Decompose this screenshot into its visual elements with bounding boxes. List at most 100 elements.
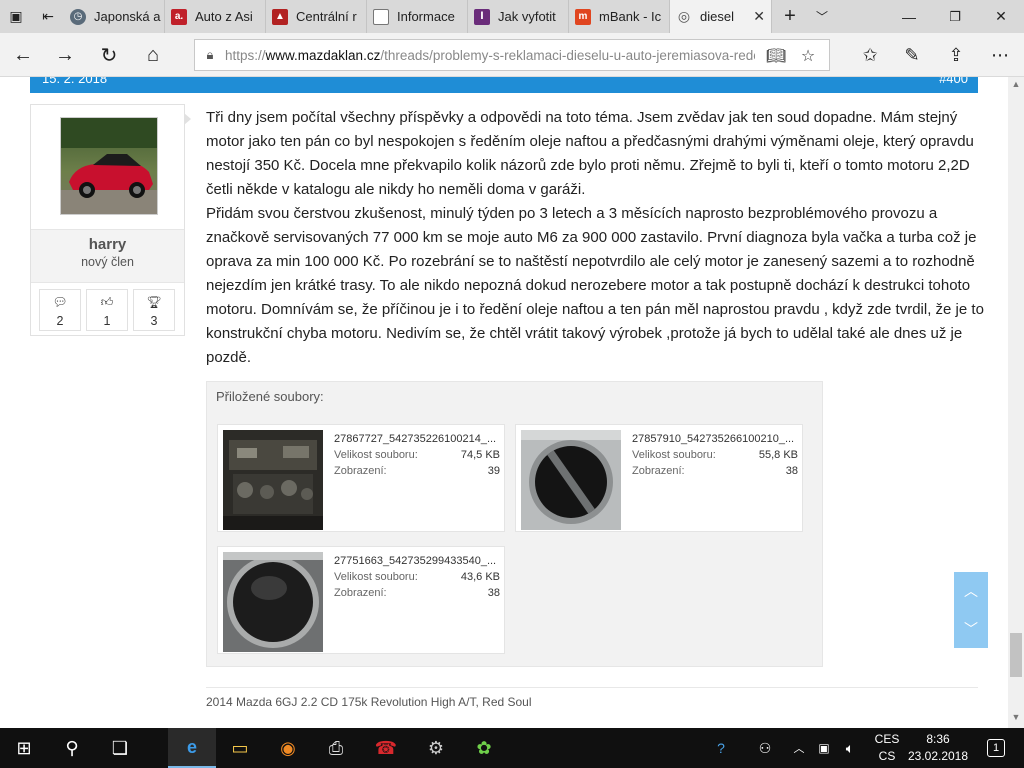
post-number-link[interactable]: #400 [939, 77, 968, 86]
scroll-controls: ︿ ﹀ [954, 572, 988, 648]
minimize-icon[interactable]: — [886, 0, 932, 33]
mazda-logo-icon: ◎ [676, 8, 692, 25]
comments-icon: 💬︎ [52, 295, 68, 309]
attachment-filename[interactable]: 27857910_542735266100210_... [632, 433, 798, 445]
edge-browser-icon[interactable]: e [168, 728, 216, 768]
page-icon [373, 8, 389, 25]
input-language[interactable]: CES CS [872, 731, 902, 765]
tab-mbank[interactable]: m mBank - Ic [569, 0, 670, 33]
tab-auto-z-asie[interactable]: a. Auto z Asi [165, 0, 266, 33]
tools-app-icon[interactable]: ⚙ [412, 728, 460, 768]
attachment-item[interactable]: 27857910_542735266100210_... Velikost so… [515, 424, 803, 532]
share-icon[interactable]: ⇪ [936, 39, 976, 71]
attachment-thumbnail[interactable] [521, 430, 621, 530]
task-view-icon[interactable]: ❏ [96, 728, 144, 768]
scroll-up-icon[interactable]: ︿ [954, 572, 988, 610]
close-window-icon[interactable]: ✕ [978, 0, 1024, 33]
help-icon[interactable]: ? [706, 728, 736, 768]
post-header: 15. 2. 2018 #400 [30, 77, 978, 93]
restore-icon[interactable]: ❐ [932, 0, 978, 33]
tab-jak-vyfotit[interactable]: ا Jak vyfotit [468, 0, 569, 33]
attachment-filename[interactable]: 27751663_542735299433540_... [334, 555, 500, 567]
show-hidden-icons-chevron[interactable]: ︿ [788, 728, 810, 768]
site-logo-icon: ا [474, 8, 490, 25]
new-tab-button[interactable]: + [774, 0, 806, 33]
trophies-stat[interactable]: 🏆︎ 3 [133, 289, 175, 331]
scrollbar-thumb[interactable] [1010, 633, 1022, 677]
tab-title: mBank - Ic [599, 9, 662, 24]
username-link[interactable]: harry [31, 236, 184, 253]
tab-title: Informace [397, 9, 455, 24]
set-aside-tabs-icon[interactable]: ⇤ [32, 0, 64, 33]
favorite-star-icon[interactable]: ☆ [797, 45, 819, 67]
user-sidebar: harry nový člen 💬︎ 2 👍︎ 1 🏆︎ 3 [30, 104, 185, 336]
reading-view-icon[interactable]: 📖︎ [765, 45, 787, 67]
post-message: Tři dny jsem počítal všechny příspěvky a… [206, 106, 986, 370]
action-center-icon[interactable]: 1 [980, 728, 1012, 768]
tab-informace[interactable]: Informace [367, 0, 468, 33]
home-icon[interactable]: ⌂ [136, 39, 170, 71]
attachment-filename[interactable]: 27867727_542735226100214_... [334, 433, 500, 445]
favorites-hub-icon[interactable]: ✩ [850, 39, 890, 71]
firefox-icon[interactable]: ◉ [264, 728, 312, 768]
search-icon[interactable]: ⚲ [48, 728, 96, 768]
attachment-thumbnail[interactable] [223, 552, 323, 652]
attachment-item[interactable]: 27751663_542735299433540_... Velikost so… [217, 546, 505, 654]
close-tab-icon[interactable]: ✕ [753, 8, 765, 25]
more-icon[interactable]: ⋯ [980, 39, 1020, 71]
system-clock[interactable]: 8:36 23.02.2018 [906, 731, 970, 765]
likes-stat[interactable]: 👍︎ 1 [86, 289, 128, 331]
scrollbar-down-arrow[interactable]: ▼ [1008, 712, 1024, 726]
address-bar: ← → ↻ ⌂ 🔒︎ https://www.mazdaklan.cz/thre… [0, 33, 1024, 77]
tab-japonska[interactable]: ◷ Japonská a [64, 0, 165, 33]
user-signature: 2014 Mazda 6GJ 2.2 CD 175k Revolution Hi… [206, 695, 532, 709]
printer-app-icon[interactable]: ⎙ [312, 728, 360, 768]
people-icon[interactable]: ⚇ [752, 728, 778, 768]
registry-logo-icon: ▲ [272, 8, 288, 25]
chevron-down-icon[interactable]: ﹀ [806, 0, 838, 33]
tab-manager-icon[interactable]: ▣ [0, 0, 32, 33]
tab-centralni[interactable]: ▲ Centrální r [266, 0, 367, 33]
volume-icon[interactable]: 🔈︎ [838, 728, 862, 768]
icq-icon[interactable]: ✿ [460, 728, 508, 768]
trophy-icon: 🏆︎ [146, 295, 162, 309]
url-field[interactable]: 🔒︎ https://www.mazdaklan.cz/threads/prob… [194, 39, 830, 71]
tab-title: Auto z Asi [195, 9, 253, 24]
user-info: harry nový člen [31, 229, 184, 283]
network-icon[interactable]: ▣ [812, 728, 836, 768]
mbank-logo-icon: m [575, 8, 591, 25]
tab-title: Jak vyfotit [498, 9, 556, 24]
auto-z-asie-logo-icon: a. [171, 8, 187, 25]
back-icon[interactable]: ← [6, 39, 40, 71]
signature-divider [206, 687, 978, 688]
messages-stat[interactable]: 💬︎ 2 [39, 289, 81, 331]
scrollbar-up-arrow[interactable]: ▲ [1008, 79, 1024, 93]
clock-icon: ◷ [70, 8, 86, 25]
scroll-down-icon[interactable]: ﹀ [954, 610, 988, 648]
post-date: 15. 2. 2018 [42, 77, 108, 86]
taskbar: ⊞ ⚲ ❏ e ▭ ◉ ⎙ ☎ ⚙ ✿ ? ⚇ ︿ ▣ 🔈︎ CES CS 8:… [0, 728, 1024, 768]
tab-bar: ▣ ⇤ ◷ Japonská a a. Auto z Asi ▲ Centrál… [0, 0, 1024, 33]
attachment-item[interactable]: 27867727_542735226100214_... Velikost so… [217, 424, 505, 532]
attachments-title: Přiložené soubory: [216, 389, 324, 404]
tab-title: diesel [700, 9, 734, 24]
start-windows-icon[interactable]: ⊞ [0, 728, 48, 768]
speech-notch [184, 113, 191, 125]
thumbs-up-icon: 👍︎ [100, 295, 114, 309]
attachments-panel: Přiložené soubory: 27867727_542735226100… [206, 381, 823, 667]
url-text: https://www.mazdaklan.cz/threads/problem… [225, 47, 755, 63]
web-note-icon[interactable]: ✎ [892, 39, 932, 71]
tab-diesel[interactable]: ◎ diesel ✕ [670, 0, 772, 33]
forward-icon[interactable]: → [48, 39, 82, 71]
avatar[interactable] [60, 117, 158, 215]
file-explorer-icon[interactable]: ▭ [216, 728, 264, 768]
lock-icon: 🔒︎ [206, 47, 214, 62]
refresh-icon[interactable]: ↻ [92, 39, 126, 71]
tab-title: Japonská a [94, 9, 161, 24]
page-viewport: 15. 2. 2018 #400 harry nový člen 💬︎ 2 👍︎… [0, 77, 1008, 728]
message-paragraph: Přidám svou čerstvou zkušenost, minulý t… [206, 205, 984, 366]
page-scrollbar[interactable]: ▲ ▼ [1008, 77, 1024, 728]
attachment-thumbnail[interactable] [223, 430, 323, 530]
phone-app-icon[interactable]: ☎ [362, 728, 410, 768]
message-paragraph: Tři dny jsem počítal všechny příspěvky a… [206, 109, 974, 198]
